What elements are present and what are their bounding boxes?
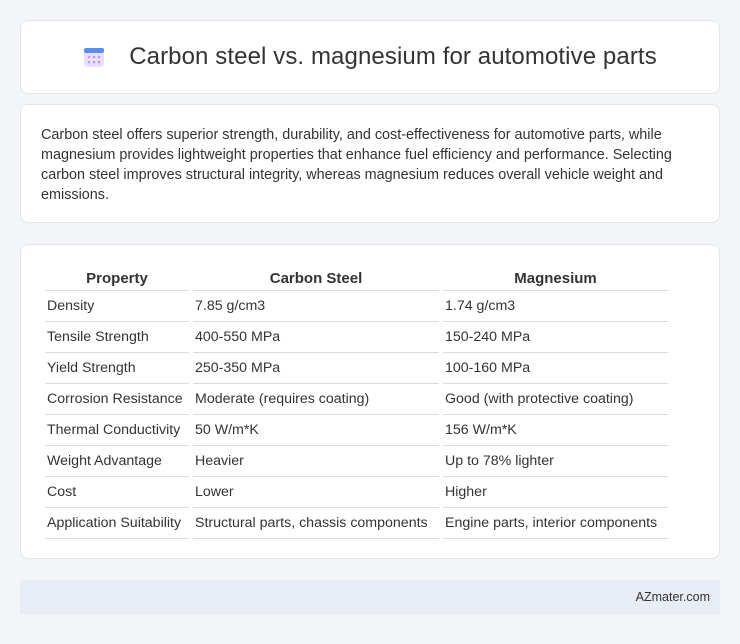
- property-cell: Cost: [45, 477, 189, 508]
- calendar-icon: [83, 46, 105, 68]
- carbon-steel-cell: 7.85 g/cm3: [193, 291, 439, 322]
- comparison-table-card: Property Carbon Steel Magnesium Density …: [20, 244, 720, 559]
- property-cell: Application Suitability: [45, 508, 189, 539]
- property-cell: Tensile Strength: [45, 322, 189, 353]
- footer-site-link[interactable]: AZmater.com: [636, 590, 710, 604]
- comparison-table: Property Carbon Steel Magnesium Density …: [41, 267, 672, 539]
- carbon-steel-cell: 250-350 MPa: [193, 353, 439, 384]
- table-row: Tensile Strength 400-550 MPa 150-240 MPa: [45, 322, 668, 353]
- table-row: Thermal Conductivity 50 W/m*K 156 W/m*K: [45, 415, 668, 446]
- magnesium-cell: 100-160 MPa: [443, 353, 668, 384]
- table-row: Cost Lower Higher: [45, 477, 668, 508]
- property-cell: Corrosion Resistance: [45, 384, 189, 415]
- carbon-steel-cell: Lower: [193, 477, 439, 508]
- property-cell: Thermal Conductivity: [45, 415, 189, 446]
- magnesium-cell: Engine parts, interior components: [443, 508, 668, 539]
- table-row: Application Suitability Structural parts…: [45, 508, 668, 539]
- page-title: Carbon steel vs. magnesium for automotiv…: [129, 43, 657, 70]
- magnesium-cell: Good (with protective coating): [443, 384, 668, 415]
- carbon-steel-cell: Moderate (requires coating): [193, 384, 439, 415]
- table-header-row: Property Carbon Steel Magnesium: [45, 267, 668, 291]
- title-card: Carbon steel vs. magnesium for automotiv…: [20, 20, 720, 94]
- carbon-steel-cell: Heavier: [193, 446, 439, 477]
- magnesium-cell: 156 W/m*K: [443, 415, 668, 446]
- magnesium-cell: Higher: [443, 477, 668, 508]
- magnesium-cell: 150-240 MPa: [443, 322, 668, 353]
- title-wrap: Carbon steel vs. magnesium for automotiv…: [83, 43, 657, 71]
- table-row: Density 7.85 g/cm3 1.74 g/cm3: [45, 291, 668, 322]
- header-property: Property: [45, 267, 189, 291]
- magnesium-cell: 1.74 g/cm3: [443, 291, 668, 322]
- header-carbon-steel: Carbon Steel: [193, 267, 439, 291]
- carbon-steel-cell: 400-550 MPa: [193, 322, 439, 353]
- magnesium-cell: Up to 78% lighter: [443, 446, 668, 477]
- summary-card: Carbon steel offers superior strength, d…: [20, 104, 720, 223]
- header-magnesium: Magnesium: [443, 267, 668, 291]
- property-cell: Density: [45, 291, 189, 322]
- property-cell: Yield Strength: [45, 353, 189, 384]
- table-row: Yield Strength 250-350 MPa 100-160 MPa: [45, 353, 668, 384]
- table-row: Corrosion Resistance Moderate (requires …: [45, 384, 668, 415]
- carbon-steel-cell: Structural parts, chassis components: [193, 508, 439, 539]
- property-cell: Weight Advantage: [45, 446, 189, 477]
- summary-text: Carbon steel offers superior strength, d…: [41, 127, 672, 203]
- table-row: Weight Advantage Heavier Up to 78% light…: [45, 446, 668, 477]
- carbon-steel-cell: 50 W/m*K: [193, 415, 439, 446]
- footer: AZmater.com: [20, 580, 720, 614]
